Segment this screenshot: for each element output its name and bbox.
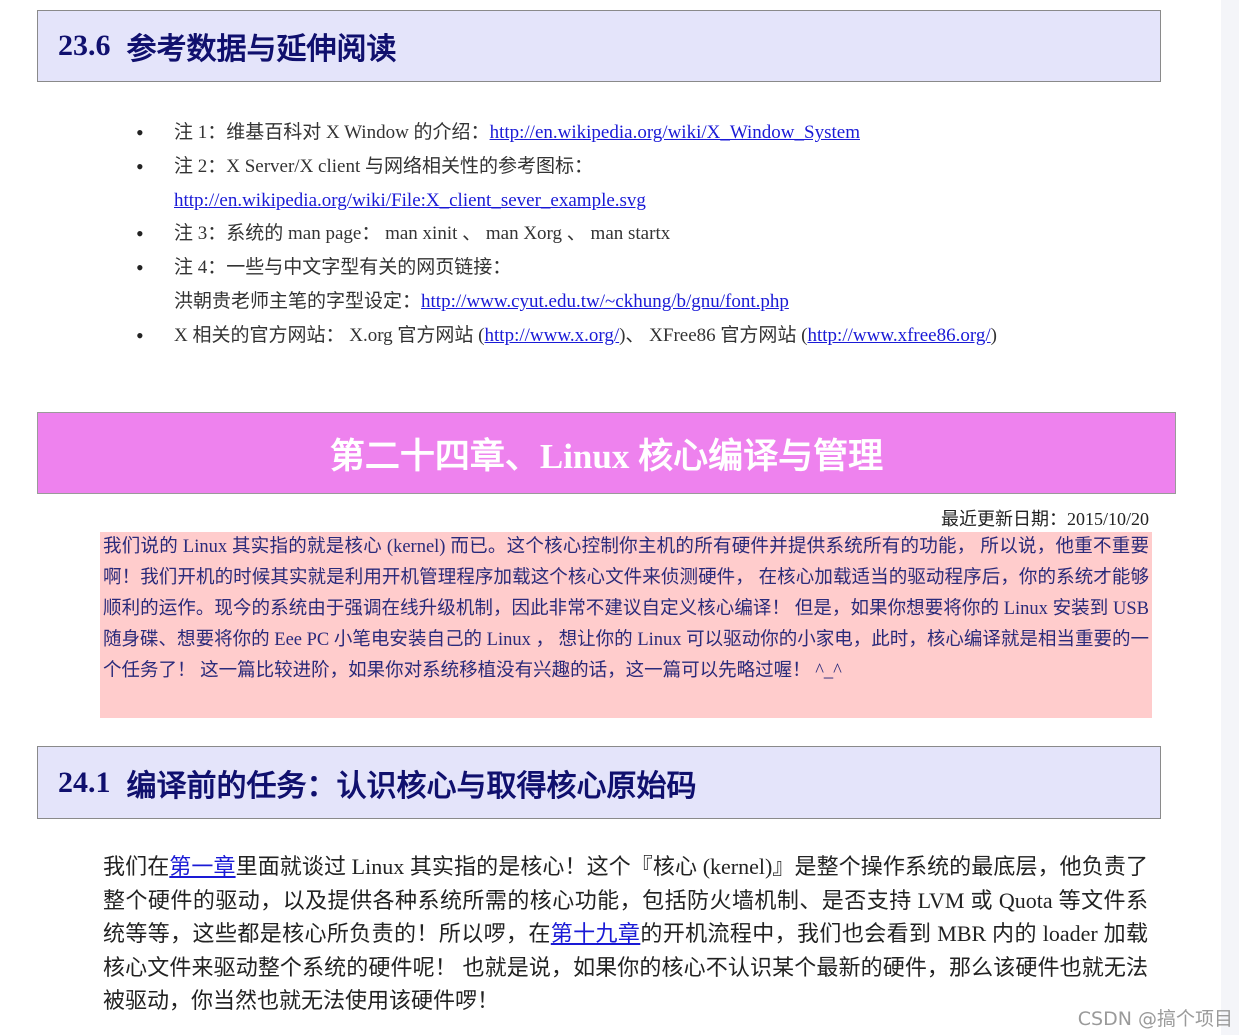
section-header-24-1: 24.1 编译前的任务：认识核心与取得核心原始码 xyxy=(37,746,1161,819)
body-text: 我们在 xyxy=(103,854,170,879)
xfree86-link[interactable]: http://www.xfree86.org/ xyxy=(808,325,991,346)
wikipedia-x-client-link[interactable]: http://en.wikipedia.org/wiki/File:X_clie… xyxy=(174,190,646,211)
reference-list: 注 1：维基百科对 X Window 的介绍：http://en.wikiped… xyxy=(136,116,1136,353)
note-text: 洪朝贵老师主笔的字型设定： xyxy=(174,290,422,312)
section-title: 参考数据与延伸阅读 xyxy=(126,33,397,66)
body-paragraph: 我们在第一章里面就谈过 Linux 其实指的是核心！这个『核心 (kernel)… xyxy=(103,850,1148,1018)
section-header-23-6: 23.6 参考数据与延伸阅读 xyxy=(37,10,1161,82)
right-gutter xyxy=(1221,0,1239,1035)
note-text: 注 3：系统的 man page： man xinit 、 man Xorg 、… xyxy=(174,223,671,245)
note-text: ) xyxy=(990,324,997,346)
xorg-link[interactable]: http://www.x.org/ xyxy=(485,325,620,346)
section-title: 编译前的任务：认识核心与取得核心原始码 xyxy=(126,769,697,803)
list-item: X 相关的官方网站： X.org 官方网站 (http://www.x.org/… xyxy=(136,319,1136,353)
list-item: 注 2：X Server/X client 与网络相关性的参考图标： http:… xyxy=(136,150,1136,218)
list-item: 注 4：一些与中文字型有关的网页链接： 洪朝贵老师主笔的字型设定：http://… xyxy=(136,251,1136,319)
section-number: 24.1 xyxy=(58,765,111,799)
update-label: 最近更新日期： xyxy=(940,509,1067,529)
section-number: 23.6 xyxy=(58,29,111,62)
cyut-font-link[interactable]: http://www.cyut.edu.tw/~ckhung/b/gnu/fon… xyxy=(421,291,789,312)
list-item: 注 3：系统的 man page： man xinit 、 man Xorg 、… xyxy=(136,217,1136,251)
chapter-title: 第二十四章、Linux 核心编译与管理 xyxy=(329,436,884,476)
chapter-1-link[interactable]: 第一章 xyxy=(169,854,235,879)
update-date: 最近更新日期：2015/10/20 xyxy=(941,505,1149,531)
csdn-watermark: CSDN @搞个项目 xyxy=(1077,1008,1233,1030)
chapter-title-banner: 第二十四章、Linux 核心编译与管理 xyxy=(37,412,1176,494)
update-value: 2015/10/20 xyxy=(1066,509,1149,529)
note-text: 注 1：维基百科对 X Window 的介绍： xyxy=(174,122,490,143)
chapter-19-link[interactable]: 第十九章 xyxy=(551,921,641,946)
note-text: 注 4：一些与中文字型有关的网页链接： xyxy=(174,257,512,279)
note-text: )、 XFree86 官方网站 ( xyxy=(619,324,808,346)
wikipedia-x-window-link[interactable]: http://en.wikipedia.org/wiki/X_Window_Sy… xyxy=(490,122,860,143)
note-text: X 相关的官方网站： X.org 官方网站 ( xyxy=(174,324,485,346)
chapter-intro: 我们说的 Linux 其实指的就是核心 (kernel) 而已。这个核心控制你主… xyxy=(100,532,1152,718)
list-item: 注 1：维基百科对 X Window 的介绍：http://en.wikiped… xyxy=(136,116,1136,150)
note-text: 注 2：X Server/X client 与网络相关性的参考图标： xyxy=(174,155,594,177)
